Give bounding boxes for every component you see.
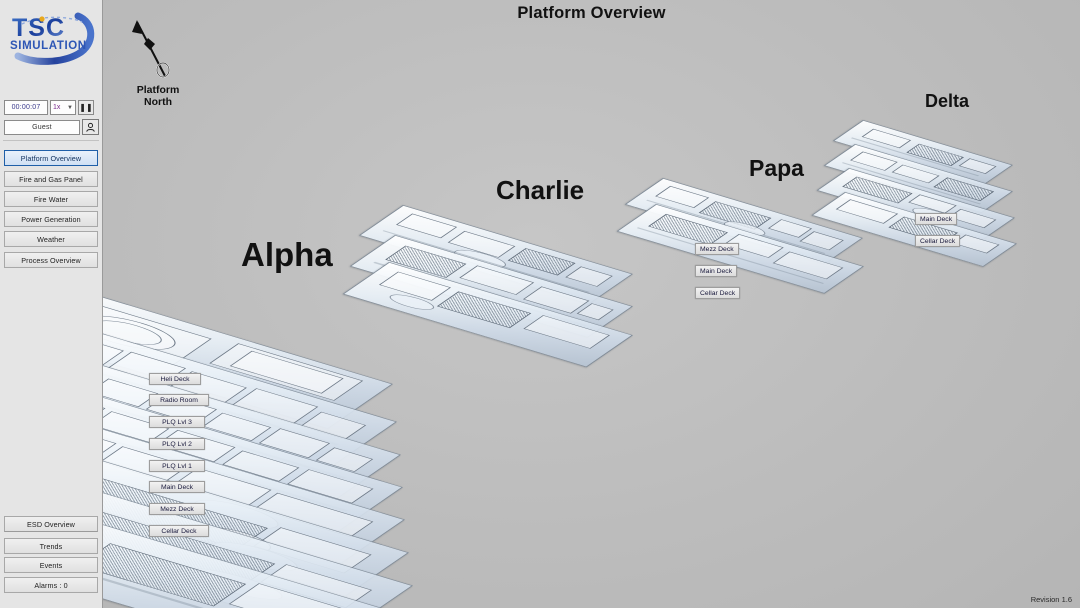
deck-label-charlie-mezz-deck[interactable]: Mezz Deck bbox=[695, 243, 739, 255]
deck-label-alpha-heli-deck[interactable]: Heli Deck bbox=[149, 373, 201, 385]
platform-name-papa: Papa bbox=[749, 155, 804, 181]
page-title: Platform Overview bbox=[517, 4, 666, 22]
deck-label-alpha-cellar-deck[interactable]: Cellar Deck bbox=[149, 525, 209, 537]
sidebar-item-label: Fire and Gas Panel bbox=[19, 174, 83, 184]
deck-label-alpha-mezz-deck[interactable]: Mezz Deck bbox=[149, 503, 205, 515]
sidebar-item-trends[interactable]: Trends bbox=[4, 538, 98, 554]
speed-value: 1x bbox=[53, 104, 61, 111]
sidebar-divider-top bbox=[3, 140, 99, 141]
compass-north-arrow-icon bbox=[132, 20, 170, 78]
sidebar-item-label: Events bbox=[39, 560, 63, 570]
platform-overview-screen: TSC SIMULATION 00:00:07 1x ▼ ❚❚ Guest Pl… bbox=[0, 0, 1080, 608]
sidebar-item-power-generation[interactable]: Power Generation bbox=[4, 211, 98, 227]
sidebar-item-process-overview[interactable]: Process Overview bbox=[4, 252, 98, 268]
sidebar-item-events[interactable]: Events bbox=[4, 557, 98, 573]
main-canvas: Platform Overview Revision 1.6 Platform … bbox=[0, 0, 1080, 608]
pause-icon: ❚❚ bbox=[79, 103, 93, 112]
sidebar-item-label: ESD Overview bbox=[27, 519, 75, 529]
current-user-field[interactable]: Guest bbox=[4, 119, 80, 135]
deck-label-alpha-plq-lvl1[interactable]: PLQ Lvl 1 bbox=[149, 460, 205, 472]
compass-label-line2: North bbox=[144, 96, 172, 108]
simulation-clock-row: 00:00:07 1x ▼ ❚❚ bbox=[4, 100, 100, 115]
deck-label-alpha-plq-lvl3[interactable]: PLQ Lvl 3 bbox=[149, 416, 205, 428]
deck-label-papa-main-deck[interactable]: Main Deck bbox=[915, 213, 958, 225]
sidebar-item-label: Weather bbox=[37, 234, 65, 244]
sidebar-item-fire-water[interactable]: Fire Water bbox=[4, 191, 98, 207]
sidebar-item-label: Platform Overview bbox=[20, 153, 82, 163]
deck-label-alpha-radio-room[interactable]: Radio Room bbox=[149, 394, 209, 406]
platform-name-delta: Delta bbox=[925, 91, 970, 111]
compass-label-line1: Platform bbox=[136, 84, 180, 96]
sidebar-item-alarms[interactable]: Alarms : 0 bbox=[4, 577, 98, 593]
simulation-speed-select[interactable]: 1x ▼ bbox=[50, 100, 76, 115]
sidebar-item-label: Fire Water bbox=[33, 194, 69, 204]
svg-text:TSC: TSC bbox=[12, 14, 65, 42]
deck-label-alpha-plq-lvl2[interactable]: PLQ Lvl 2 bbox=[149, 438, 205, 450]
logo-graphic: TSC SIMULATION bbox=[10, 12, 94, 65]
user-login-icon bbox=[86, 122, 95, 132]
sidebar-item-label: Process Overview bbox=[21, 255, 81, 265]
login-button[interactable] bbox=[82, 119, 99, 135]
sidebar-item-label: Alarms : 0 bbox=[34, 580, 68, 590]
deck-label-papa-cellar-deck[interactable]: Cellar Deck bbox=[915, 235, 961, 247]
revision-label: Revision 1.6 bbox=[1030, 595, 1072, 604]
deck-label-charlie-main-deck[interactable]: Main Deck bbox=[695, 265, 738, 277]
sidebar-item-weather[interactable]: Weather bbox=[4, 231, 98, 247]
svg-text:SIMULATION: SIMULATION bbox=[10, 40, 87, 52]
platform-name-charlie: Charlie bbox=[496, 175, 585, 205]
deck-label-charlie-cellar-deck[interactable]: Cellar Deck bbox=[695, 287, 741, 299]
tsc-simulation-logo: TSC SIMULATION bbox=[0, 6, 103, 86]
sidebar-item-label: Trends bbox=[39, 541, 63, 551]
sidebar-item-fire-and-gas-panel[interactable]: Fire and Gas Panel bbox=[4, 171, 98, 187]
platform-name-alpha: Alpha bbox=[241, 236, 333, 273]
pause-button[interactable]: ❚❚ bbox=[78, 100, 94, 115]
sidebar-item-esd-overview[interactable]: ESD Overview bbox=[4, 516, 98, 532]
deck-label-alpha-main-deck[interactable]: Main Deck bbox=[149, 481, 205, 493]
sidebar: TSC SIMULATION 00:00:07 1x ▼ ❚❚ Guest Pl… bbox=[0, 0, 103, 608]
sidebar-item-platform-overview[interactable]: Platform Overview bbox=[4, 150, 98, 166]
compass-label: Platform North bbox=[115, 84, 201, 108]
platform-north-compass: Platform North bbox=[115, 8, 201, 116]
chevron-down-icon: ▼ bbox=[67, 104, 73, 111]
sidebar-item-label: Power Generation bbox=[21, 214, 81, 224]
simulation-clock: 00:00:07 bbox=[4, 100, 48, 115]
user-session-row: Guest bbox=[4, 119, 100, 135]
